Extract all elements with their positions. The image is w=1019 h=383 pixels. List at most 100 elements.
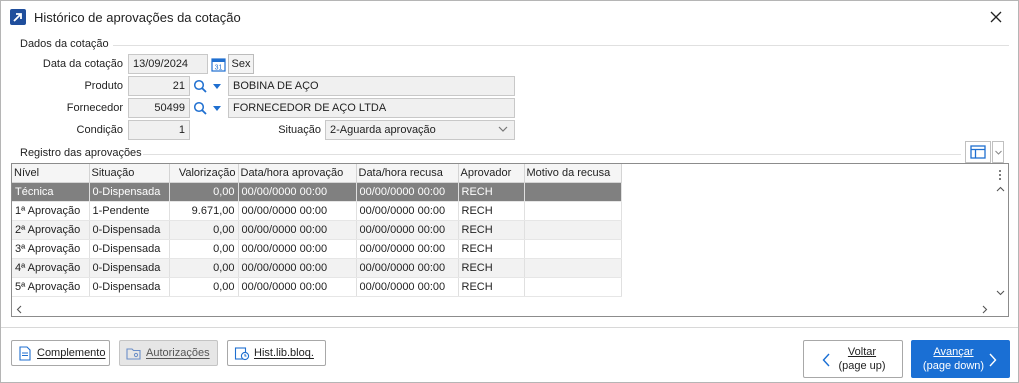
condicao-field[interactable]: 1 (128, 120, 190, 140)
title-bar: Histórico de aprovações da cotação (1, 1, 1018, 33)
situacao-value: 2-Aguarda aprovação (330, 124, 436, 136)
table-cell: 00/00/0000 00:00 (238, 201, 357, 221)
table-cell: RECH (458, 220, 525, 240)
arrow-up-right-icon (10, 9, 26, 25)
table-cell (524, 258, 622, 278)
table-row[interactable]: 2ª Aprovação 0-Dispensada 0,00 00/00/000… (12, 220, 622, 240)
table-cell: 1-Pendente (89, 201, 170, 221)
section-divider (143, 154, 961, 155)
condicao-label: Condição (76, 124, 123, 136)
autorizacoes-label: Autorizações (146, 347, 210, 359)
table-cell (524, 239, 622, 259)
produto-label: Produto (84, 80, 123, 92)
table-cell: 00/00/0000 00:00 (356, 182, 459, 202)
fornecedor-label: Fornecedor (66, 102, 123, 114)
column-header[interactable]: Aprovador (458, 164, 525, 183)
complemento-label: Complemento (37, 347, 106, 359)
table-cell: 4ª Aprovação (12, 258, 90, 278)
table-cell: 0,00 (169, 258, 239, 278)
table-cell: 0,00 (169, 220, 239, 240)
vertical-scrollbar[interactable] (993, 164, 1008, 304)
fornecedor-codigo-field[interactable]: 50499 (128, 98, 190, 118)
table-cell: 0,00 (169, 239, 239, 259)
chevron-left-icon[interactable] (16, 305, 22, 314)
table-cell: 0,00 (169, 277, 239, 297)
table-row[interactable]: 1ª Aprovação 1-Pendente 9.671,00 00/00/0… (12, 201, 622, 221)
close-icon (990, 11, 1002, 23)
produto-codigo-field[interactable]: 21 (128, 76, 190, 96)
table-cell: Técnica (12, 182, 90, 202)
table-cell: RECH (458, 201, 525, 221)
close-button[interactable] (979, 5, 1013, 29)
folder-key-icon (126, 345, 142, 361)
table-row[interactable]: 5ª Aprovação 0-Dispensada 0,00 00/00/000… (12, 277, 622, 297)
calendar-button[interactable]: 31 (210, 56, 226, 72)
window-title: Histórico de aprovações da cotação (34, 10, 241, 25)
table-cell: 00/00/0000 00:00 (356, 258, 459, 278)
horizontal-scrollbar[interactable] (12, 302, 993, 316)
complemento-button[interactable]: Complemento (11, 340, 110, 366)
column-header[interactable]: Situação (89, 164, 170, 183)
avancar-button[interactable]: Avançar (page down) (911, 340, 1010, 378)
table-cell (524, 277, 622, 297)
table-row[interactable]: 4ª Aprovação 0-Dispensada 0,00 00/00/000… (12, 258, 622, 278)
autorizacoes-button[interactable]: Autorizações (119, 340, 218, 366)
section-divider (113, 45, 1009, 46)
table-cell: 2ª Aprovação (12, 220, 90, 240)
column-header[interactable]: Data/hora aprovação (238, 164, 357, 183)
table-cell: 00/00/0000 00:00 (356, 277, 459, 297)
situacao-select[interactable]: 2-Aguarda aprovação (325, 120, 515, 140)
table-cell: 00/00/0000 00:00 (356, 201, 459, 221)
grid-layout-button[interactable] (965, 141, 991, 163)
footer-divider (1, 327, 1018, 328)
calendar-icon: 31 (210, 57, 226, 72)
caret-down-icon (213, 106, 221, 111)
grid-layout-dropdown[interactable] (992, 141, 1004, 163)
chevron-down-icon[interactable] (996, 290, 1005, 296)
column-header[interactable]: Data/hora recusa (356, 164, 459, 183)
dia-semana-box: Sex (228, 54, 254, 74)
more-vertical-icon[interactable] (998, 169, 1002, 181)
hist-lib-bloq-button[interactable]: Hist.lib.bloq. (227, 340, 326, 366)
table-cell: 0-Dispensada (89, 182, 170, 202)
section-registro-label: Registro das aprovações (20, 147, 142, 159)
produto-search-button[interactable] (192, 78, 208, 94)
data-cotacao-label: Data da cotação (42, 58, 123, 70)
chevron-up-icon[interactable] (996, 186, 1005, 192)
table-cell (524, 201, 622, 221)
fornecedor-nome-field: FORNECEDOR DE AÇO LTDA (228, 98, 515, 118)
aprovacoes-table: Nível Situação Valorização Data/hora apr… (12, 164, 622, 297)
column-header[interactable]: Valorização (169, 164, 239, 183)
data-cotacao-field[interactable]: 13/09/2024 (128, 54, 208, 74)
table-cell: 00/00/0000 00:00 (238, 220, 357, 240)
table-row[interactable]: Técnica 0-Dispensada 0,00 00/00/0000 00:… (12, 182, 622, 202)
aprovacoes-grid[interactable]: Nível Situação Valorização Data/hora apr… (11, 163, 1009, 317)
chevron-down-icon (994, 150, 1002, 155)
table-cell: 0,00 (169, 182, 239, 202)
table-cell (524, 220, 622, 240)
history-icon (234, 345, 250, 361)
table-row[interactable]: 3ª Aprovação 0-Dispensada 0,00 00/00/000… (12, 239, 622, 259)
caret-down-icon (213, 84, 221, 89)
table-cell: RECH (458, 239, 525, 259)
voltar-sublabel: (page up) (838, 360, 886, 372)
fornecedor-search-button[interactable] (192, 100, 208, 116)
table-cell: 0-Dispensada (89, 258, 170, 278)
column-header[interactable]: Nível (12, 164, 90, 183)
column-header[interactable]: Motivo da recusa (524, 164, 622, 183)
produto-dropdown-button[interactable] (209, 78, 225, 94)
search-icon (193, 79, 207, 93)
table-cell: 00/00/0000 00:00 (238, 258, 357, 278)
chevron-right-icon (989, 353, 997, 367)
table-header-row: Nível Situação Valorização Data/hora apr… (12, 164, 622, 183)
table-cell: 0-Dispensada (89, 239, 170, 259)
table-cell: 9.671,00 (169, 201, 239, 221)
table-cell: 0-Dispensada (89, 220, 170, 240)
calendar-day-text: 31 (214, 64, 222, 71)
voltar-button[interactable]: Voltar (page up) (803, 340, 903, 378)
fornecedor-dropdown-button[interactable] (209, 100, 225, 116)
table-cell: 00/00/0000 00:00 (238, 277, 357, 297)
chevron-right-icon[interactable] (982, 305, 988, 314)
table-cell: 00/00/0000 00:00 (356, 239, 459, 259)
table-cell: 00/00/0000 00:00 (238, 182, 357, 202)
